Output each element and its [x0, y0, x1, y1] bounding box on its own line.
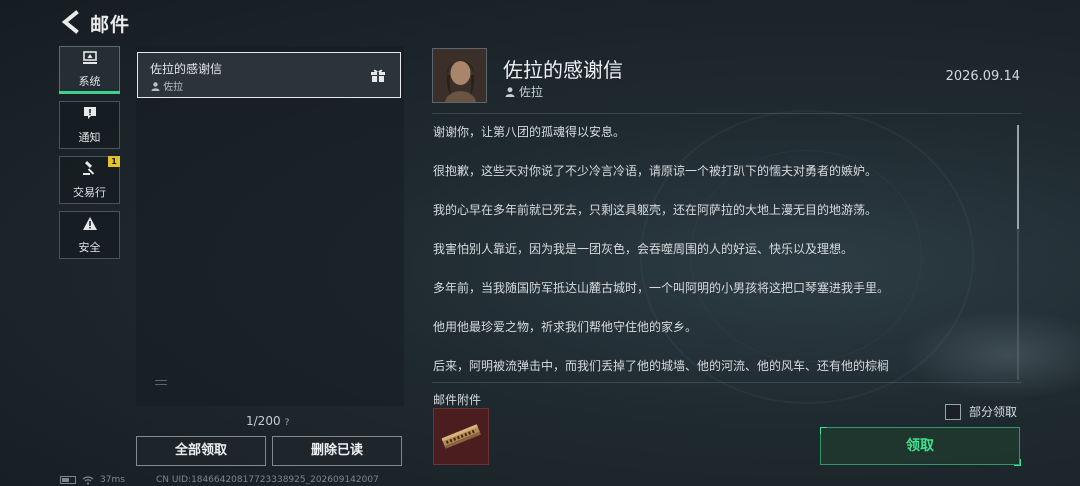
detail-divider [432, 113, 1022, 114]
gift-icon [370, 67, 386, 83]
tab-label: 系统 [78, 75, 101, 88]
mail-list-item[interactable]: 佐拉的感谢信 佐拉 [137, 52, 401, 98]
page-title: 邮件 [90, 14, 131, 36]
list-corner-mark [155, 384, 167, 385]
attachment-item[interactable] [433, 408, 489, 465]
status-bar: 37ms [60, 475, 125, 485]
partial-claim-checkbox[interactable] [945, 403, 961, 420]
mail-item-subject: 佐拉的感谢信 [150, 62, 223, 76]
attachment-divider [432, 382, 1022, 383]
mail-item-sender-name: 佐拉 [163, 82, 184, 93]
claim-all-button[interactable]: 全部领取 [136, 436, 266, 466]
tab-label: 安全 [78, 240, 101, 254]
monitor-icon [82, 51, 98, 69]
warning-icon [82, 216, 98, 235]
claim-button-corner [820, 427, 827, 434]
attachments-label: 邮件附件 [433, 393, 482, 407]
tab-system[interactable]: 系统 [59, 46, 120, 94]
sender-avatar [432, 48, 487, 103]
tab-trading[interactable]: 交易行 1 [59, 156, 120, 204]
mail-list-panel [136, 46, 404, 406]
help-icon[interactable]: ? [285, 418, 290, 428]
person-icon [151, 82, 160, 91]
ping-value: 37ms [100, 475, 125, 485]
mail-paragraph: 很抱歉，这些天对你说了不少冷言冷语，请原谅一个被打趴下的懦夫对勇者的嫉妒。 [433, 164, 878, 178]
mail-paragraph: 谢谢你，让第八团的孤魂得以安息。 [433, 125, 626, 139]
mail-body[interactable]: 谢谢你，让第八团的孤魂得以安息。 很抱歉，这些天对你说了不少冷言冷语，请原谅一个… [433, 123, 1003, 383]
list-corner-mark [155, 380, 167, 381]
exclamation-icon [82, 105, 98, 125]
partial-claim-label: 部分领取 [969, 405, 1018, 419]
delete-read-button[interactable]: 删除已读 [272, 436, 402, 466]
tab-notice[interactable]: 通知 [59, 101, 120, 149]
gavel-icon [82, 160, 98, 180]
back-arrow-icon[interactable] [60, 10, 80, 34]
tab-security[interactable]: 安全 [59, 211, 120, 259]
claim-button[interactable]: 领取 [820, 427, 1020, 465]
mail-date: 2026.09.14 [945, 69, 1020, 84]
person-icon [505, 87, 515, 97]
mail-sender-name: 佐拉 [518, 85, 543, 99]
battery-icon [60, 476, 76, 484]
claim-button-corner [1014, 459, 1021, 466]
notification-badge: 1 [108, 156, 120, 167]
mail-paragraph: 后来，阿明被流弹击中，而我们丢掉了他的城墙、他的河流、他的风车、还有他的棕榈 [433, 359, 890, 373]
mail-paragraph: 我害怕别人靠近，因为我是一团灰色，会吞噬周围的人的好运、快乐以及理想。 [433, 242, 854, 256]
mail-item-sender: 佐拉 [151, 78, 183, 93]
mail-pager: 1/200? [246, 414, 289, 428]
tab-label: 交易行 [73, 186, 106, 199]
mail-paragraph: 多年前，当我随国防军抵达山麓古城时，一个叫阿明的小男孩将这把口琴塞进我手里。 [433, 281, 890, 295]
harmonica-icon [441, 424, 481, 449]
uid-text: CN UID:18466420817723338925_202609142007 [156, 475, 379, 485]
mail-subject: 佐拉的感谢信 [503, 58, 623, 82]
pager-count: 1/200 [246, 414, 281, 428]
mail-sender: 佐拉 [505, 83, 543, 100]
wifi-icon [82, 475, 94, 485]
mail-paragraph: 我的心早在多年前就已死去，只剩这具躯壳，还在阿萨拉的大地上漫无目的地游荡。 [433, 203, 878, 217]
scrollbar-thumb[interactable] [1017, 125, 1019, 229]
partial-claim-toggle[interactable]: 部分领取 [945, 403, 1017, 420]
tab-label: 通知 [78, 131, 101, 144]
mail-paragraph: 他用他最珍爱之物，祈求我们帮他守住他的家乡。 [433, 320, 698, 334]
